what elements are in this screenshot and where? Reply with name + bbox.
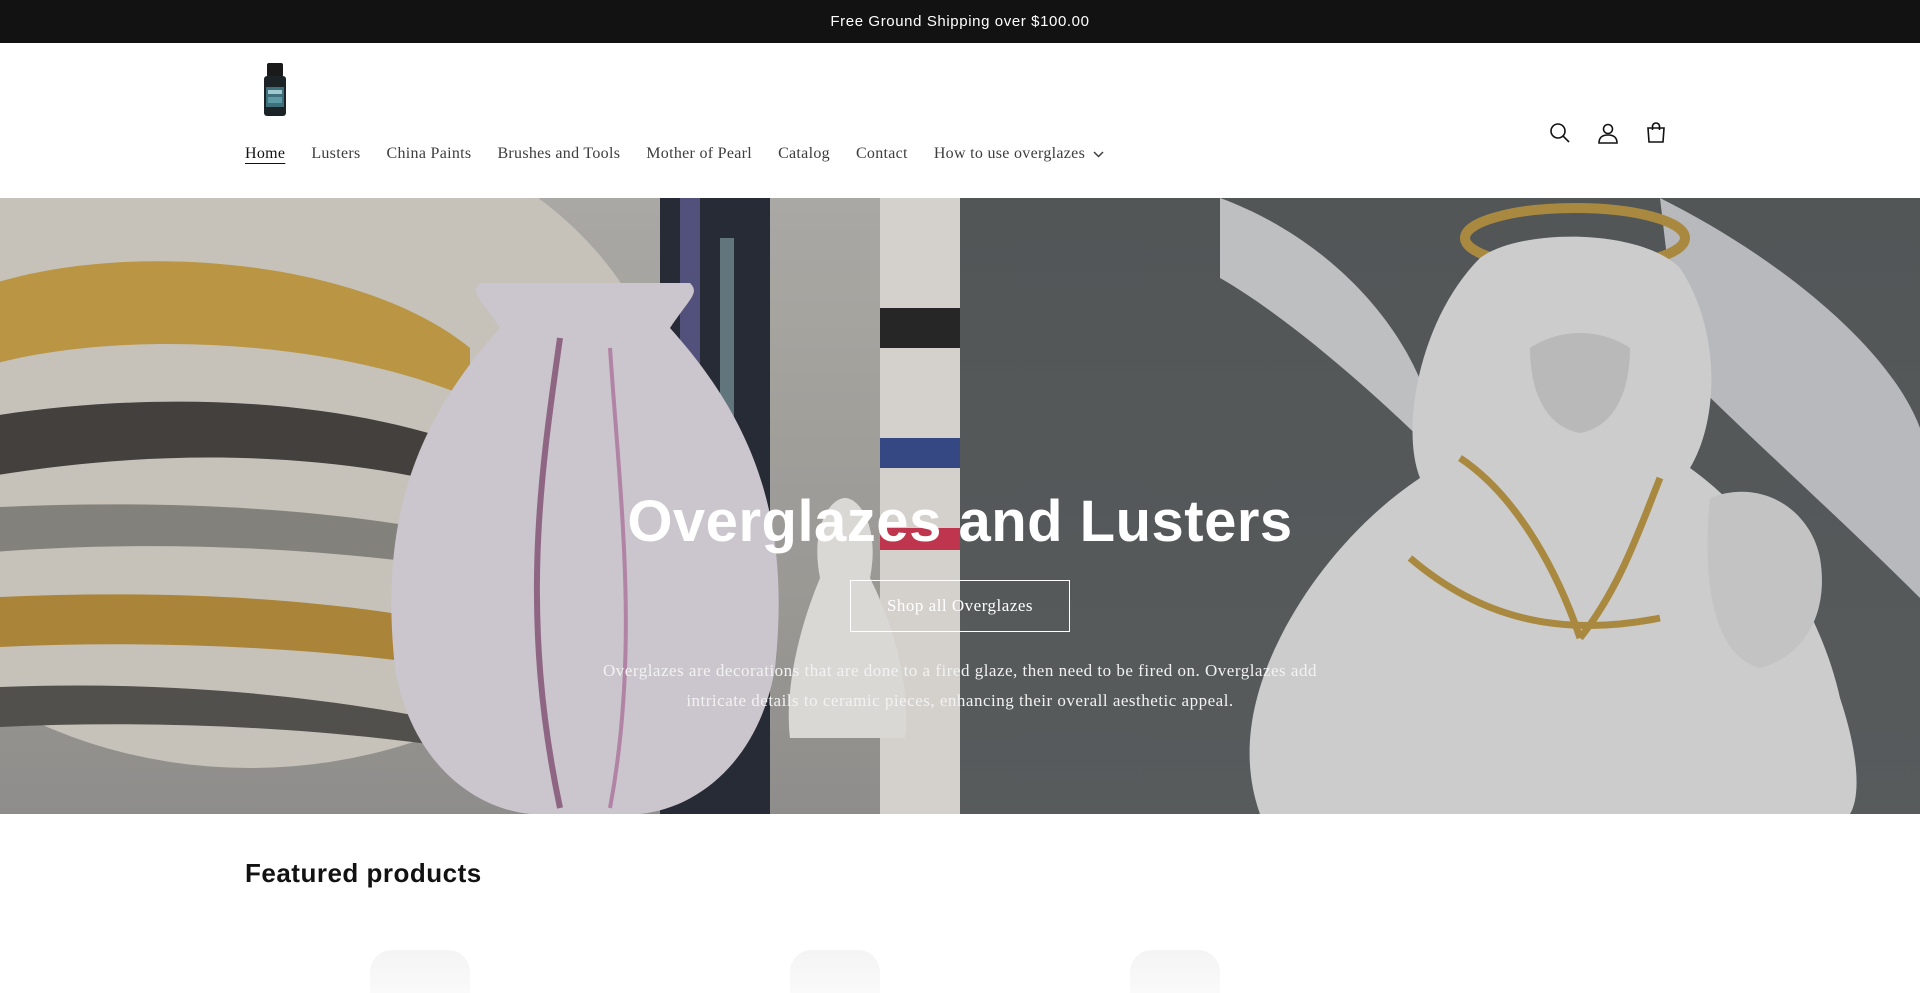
nav-item-label: Brushes and Tools	[497, 145, 621, 162]
nav-item-label: Lusters	[311, 145, 361, 162]
hero-banner: Overglazes and Lusters Shop all Overglaz…	[0, 198, 1920, 814]
announcement-text: Free Ground Shipping over $100.00	[830, 13, 1090, 30]
announcement-bar: Free Ground Shipping over $100.00	[0, 0, 1920, 43]
nav-item-china-paints[interactable]: China Paints	[374, 145, 485, 163]
nav-item-catalog[interactable]: Catalog	[765, 145, 843, 163]
nav-item-label: Mother of Pearl	[646, 145, 753, 162]
featured-products-heading: Featured products	[245, 858, 482, 888]
main-nav: Home Lusters China Paints Brushes and To…	[245, 145, 1117, 163]
site-header	[0, 43, 1920, 198]
nav-item-label: How to use overglazes	[933, 145, 1086, 162]
hero-description: Overglazes are decorations that are done…	[603, 661, 1317, 710]
shop-all-overglazes-button[interactable]: Shop all Overglazes	[850, 580, 1070, 632]
nav-item-how-to-use-overglazes[interactable]: How to use overglazes	[921, 145, 1117, 163]
cart-icon[interactable]	[1632, 111, 1680, 155]
store-logo[interactable]	[262, 63, 288, 117]
nav-item-lusters[interactable]: Lusters	[298, 145, 373, 163]
header-icons	[1536, 111, 1680, 155]
nav-item-label: Catalog	[778, 145, 830, 162]
product-card-image[interactable]	[1130, 950, 1220, 993]
nav-item-label: China Paints	[386, 145, 472, 162]
product-card-image[interactable]	[370, 950, 470, 993]
nav-item-mother-of-pearl[interactable]: Mother of Pearl	[633, 145, 765, 163]
chevron-down-icon	[1093, 150, 1104, 158]
product-card-image[interactable]	[790, 950, 880, 993]
nav-item-label: Contact	[855, 145, 908, 162]
nav-item-home[interactable]: Home	[245, 145, 298, 163]
hero-title: Overglazes and Lusters	[627, 489, 1293, 554]
nav-item-label: Home	[245, 145, 286, 162]
nav-item-brushes-and-tools[interactable]: Brushes and Tools	[484, 145, 633, 163]
search-icon[interactable]	[1536, 111, 1584, 155]
account-icon[interactable]	[1584, 111, 1632, 155]
nav-item-contact[interactable]: Contact	[843, 145, 921, 163]
